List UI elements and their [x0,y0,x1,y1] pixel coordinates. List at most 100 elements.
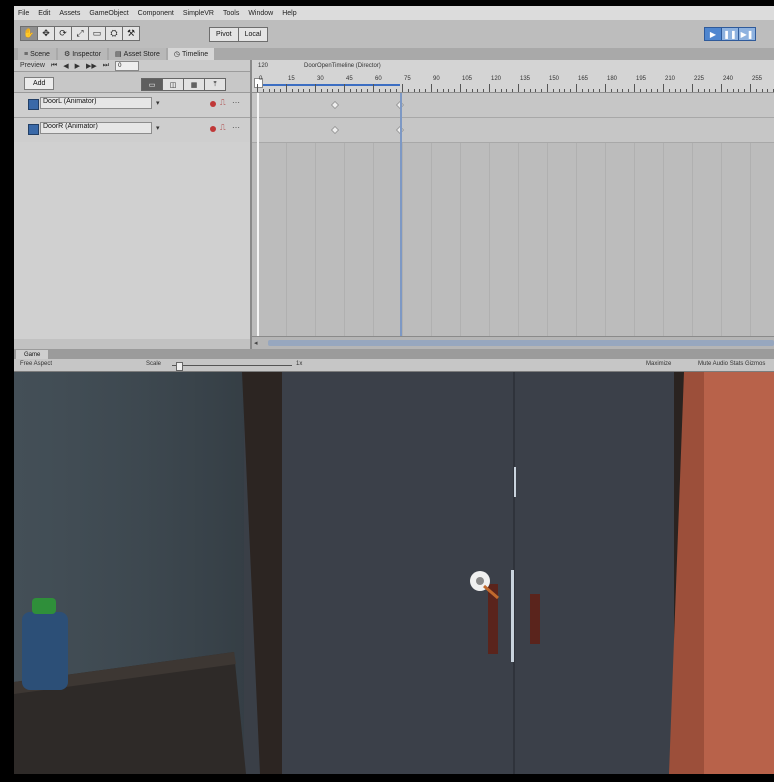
track-header[interactable]: DoorL (Animator) ▾ ⎍ ⋯ [14,93,250,118]
aspect-dropdown[interactable]: Free Aspect [20,361,52,367]
rotate-tool-button[interactable]: ⟳ [54,26,72,41]
game-view-toolbar: Free Aspect Scale 1x Maximize Mute Audio… [14,359,774,372]
tab-inspector[interactable]: ⚙ Inspector [57,48,108,60]
bottle-cap [32,598,56,614]
add-track-button[interactable]: Add [24,77,55,90]
ruler-minor-tick [680,89,682,92]
scale-tool-button[interactable]: ⤢ [71,26,89,41]
playhead-line[interactable] [257,93,259,369]
mix-mode-icon[interactable]: ▭ [141,78,163,91]
keyframe[interactable] [330,125,340,135]
custom-tool-button[interactable]: ⚒ [122,26,140,41]
menu-item-edit[interactable]: Edit [38,10,50,17]
inspector-tab-icon: ⚙ [63,51,71,58]
ruler-minor-tick [512,89,514,92]
scale-slider[interactable] [172,365,292,366]
ruler-minor-tick [332,89,334,92]
menu-item-tools[interactable]: Tools [223,10,239,17]
ruler-minor-tick [535,89,537,92]
keyframe[interactable] [330,100,340,110]
ruler-tick [750,84,751,92]
ruler-tick [402,84,403,92]
door-handle-right [530,594,540,644]
pause-button[interactable]: ❚❚ [721,27,739,41]
ruler-minor-tick [349,89,351,92]
menu-item-gameobject[interactable]: GameObject [89,10,128,17]
ruler-tick [315,84,316,92]
ruler-minor-tick [552,89,554,92]
menu-item-simplevr[interactable]: SimpleVR [183,10,214,17]
horizontal-scrollbar[interactable]: ◂ [252,336,774,350]
local-button[interactable]: Local [237,27,269,42]
maximize-toggle[interactable]: Maximize [646,361,671,367]
binding-dropdown-icon[interactable]: ▾ [156,124,160,132]
rect-tool-button[interactable]: ▭ [88,26,106,41]
first-frame-icon[interactable]: ⏮ [51,62,57,70]
track-menu-icon[interactable]: ⋯ [232,98,240,107]
tab-game[interactable]: Game [16,350,49,359]
record-icon[interactable] [210,126,216,132]
menu-item-file[interactable]: File [18,10,29,17]
track-menu-icon[interactable]: ⋯ [232,123,240,132]
ruler-label: 120 [491,76,502,82]
pivot-button[interactable]: Pivot [209,27,239,42]
ruler-minor-tick [297,89,299,92]
ruler-label: 135 [520,76,531,82]
hand-tool-button[interactable]: ✋ [20,26,38,41]
next-frame-icon[interactable]: ▶▶ [86,62,97,70]
tab-asset-store[interactable]: ▤ Asset Store [109,48,166,60]
gaze-reticle-center [476,577,484,585]
menu-item-help[interactable]: Help [282,10,296,17]
ruler-minor-tick [448,89,450,92]
tab-scene[interactable]: ≡ Scene [18,48,56,60]
curves-icon[interactable]: ⎍ [220,98,226,108]
track-lane[interactable] [252,93,774,118]
ruler-tick [634,84,635,92]
ruler-label: 240 [723,76,734,82]
asset-store-tab-icon: ▤ [115,51,122,58]
track-binding-field[interactable]: DoorR (Animator) [40,122,152,134]
door-gap-highlight-upper [514,467,516,497]
scale-slider-knob[interactable] [176,362,183,371]
transform-tool-button[interactable]: ⛭ [105,26,123,41]
menu-item-component[interactable]: Component [138,10,174,17]
track-lane[interactable] [252,118,774,143]
scroll-thumb[interactable] [268,340,774,346]
ruler-minor-tick [709,89,711,92]
ruler-minor-tick [361,89,363,92]
time-ruler[interactable]: 120 DoorOpenTimeline (Director) 0 15 30 45 6… [252,60,774,93]
frame-field[interactable]: 0 [115,60,140,71]
menu-item-assets[interactable]: Assets [59,10,80,17]
step-button[interactable]: ▶❚ [738,27,756,41]
binding-dropdown-icon[interactable]: ▾ [156,99,160,107]
ruler-tick [489,84,490,92]
ruler-minor-tick [622,89,624,92]
play-icon[interactable]: ▶ [75,62,80,70]
view-options[interactable]: Mute Audio Stats Gizmos [698,361,765,367]
play-button[interactable]: ▶ [704,27,722,41]
scroll-left-icon[interactable]: ◂ [254,339,258,347]
prev-frame-icon[interactable]: ◀ [63,62,68,70]
ruler-minor-tick [593,89,595,92]
ruler-minor-tick [558,89,560,92]
last-frame-icon[interactable]: ⏭ [103,62,109,70]
scale-value: 1x [296,361,303,367]
ruler-minor-tick [425,89,427,92]
ripple-mode-icon[interactable]: ◫ [162,78,184,91]
move-tool-button[interactable]: ✥ [37,26,55,41]
menu-item-window[interactable]: Window [248,10,273,17]
ruler-label: 60 [375,76,382,82]
main-toolbar: ✋ ✥ ⟳ ⤢ ▭ ⛭ ⚒ Pivot Local ▶ ❚❚ ▶❚ [14,20,774,49]
curves-icon[interactable]: ⎍ [220,123,226,133]
replace-mode-icon[interactable]: ▦ [183,78,205,91]
preview-toggle[interactable]: Preview [20,62,45,69]
tab-timeline[interactable]: ◷ Timeline [167,48,215,60]
game-viewport[interactable] [14,372,774,774]
track-binding-field[interactable]: DoorL (Animator) [40,97,152,109]
track-header[interactable]: DoorR (Animator) ▾ ⎍ ⋯ [14,118,250,143]
ruler-minor-tick [697,89,699,92]
ruler-tick [431,84,432,92]
record-icon[interactable] [210,101,216,107]
door-gap-highlight [511,570,514,662]
snap-icon[interactable]: ⤒ [204,78,226,91]
